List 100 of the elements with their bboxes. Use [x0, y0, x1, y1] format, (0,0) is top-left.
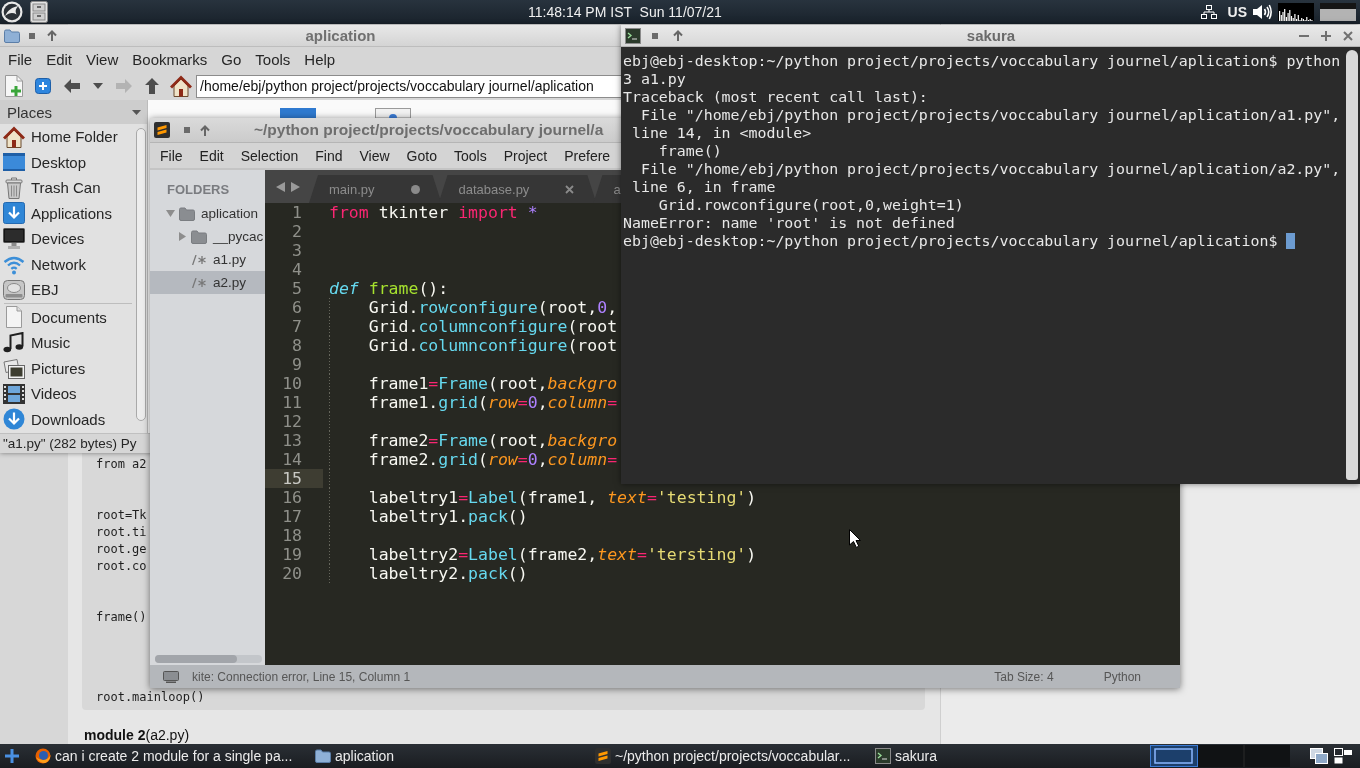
right-triangle-icon[interactable] [291, 181, 300, 192]
menu-item[interactable]: Prefere [555, 147, 619, 164]
slash-asterisk-icon [192, 277, 206, 288]
caret-down-icon[interactable] [165, 210, 175, 217]
photos-icon [3, 357, 25, 379]
network-icon[interactable] [1200, 5, 1217, 19]
scrollbar[interactable] [1346, 50, 1358, 480]
task-button[interactable]: can i create 2 module for a single pa... [30, 745, 310, 767]
places-item[interactable]: Home Folder [0, 124, 136, 150]
terminal-icon[interactable] [625, 27, 641, 44]
task-button[interactable]: ~/python project/projects/voccabular... [590, 745, 870, 767]
app-logo-icon [154, 122, 170, 138]
scrollbar[interactable] [155, 655, 262, 663]
task-button[interactable]: aplication [310, 745, 590, 767]
places-item[interactable]: Documents [0, 304, 136, 330]
home-icon [3, 125, 25, 148]
menu-item[interactable]: Tools [248, 49, 298, 70]
activity-graph-icon[interactable] [1278, 3, 1314, 21]
home-icon[interactable] [170, 75, 192, 97]
menu-item[interactable]: Help [297, 49, 343, 70]
tab[interactable]: main.py [309, 175, 442, 203]
code-line: frame2=Frame(root,backgro [368, 431, 618, 450]
menu-item[interactable]: Project [495, 147, 556, 164]
menu-item[interactable]: View [79, 49, 126, 70]
places-item[interactable]: Music [0, 330, 136, 356]
tree-item[interactable]: aplication [150, 202, 265, 225]
menu-item[interactable]: File [1, 49, 40, 70]
arrow-down-square-icon [3, 202, 25, 225]
trash-icon [3, 176, 25, 199]
places-item[interactable]: Desktop [0, 149, 136, 175]
code-line: root.mainloop() [96, 690, 205, 704]
square-icon[interactable] [652, 32, 658, 39]
line-number: 17 [281, 507, 303, 526]
file-cabinet-icon[interactable] [30, 1, 48, 23]
speaker-icon[interactable] [1252, 4, 1272, 20]
tree-item[interactable]: __pycac [150, 225, 265, 248]
sidebar-title: Places [7, 103, 53, 121]
keyboard-layout[interactable]: US [1227, 4, 1247, 20]
dot-icon[interactable] [410, 184, 420, 194]
window-list-icon[interactable] [1334, 748, 1352, 764]
tab[interactable]: a [593, 175, 622, 203]
places-item[interactable]: Videos [0, 381, 136, 407]
terminal-line: Grid.rowconfigure(root,0,weight=1) [657, 196, 964, 214]
up-arrow-icon[interactable] [673, 30, 683, 41]
menu-item[interactable]: File [151, 147, 192, 164]
line-number: 9 [291, 355, 303, 374]
bird-logo-icon[interactable] [1, 1, 23, 23]
syntax-selector[interactable]: Python [1103, 669, 1141, 684]
meter-icon[interactable] [1320, 3, 1356, 21]
up-arrow-icon[interactable] [200, 124, 210, 136]
close-icon[interactable] [1343, 30, 1353, 41]
path-field[interactable]: /home/ebj/python project/projects/voccabulary journel/aplication [196, 74, 621, 98]
up-arrow-icon[interactable] [47, 30, 57, 41]
globe-icon [35, 748, 51, 764]
tab[interactable]: database.py [438, 175, 597, 203]
menu-item[interactable]: Bookmarks [125, 49, 215, 70]
places-item[interactable]: Trash Can [0, 175, 136, 201]
menu-item[interactable]: Go [214, 49, 249, 70]
plus-icon[interactable] [1321, 30, 1331, 41]
mouse-pointer-icon [849, 529, 861, 548]
menu-item[interactable]: Tools [445, 147, 496, 164]
caret-right-icon[interactable] [178, 232, 186, 241]
menu-item[interactable]: Find [306, 147, 351, 164]
plus-icon[interactable] [5, 749, 19, 763]
workspace-pager[interactable] [1150, 745, 1290, 767]
terminal-line: ebj@ebj-desktop:~/python project/projects/voccabulary journel/aplication$ [623, 232, 1279, 250]
status-text: "a1.py" (282 bytes) Py [3, 436, 137, 451]
document-plus-icon[interactable] [5, 75, 23, 97]
scrollbar[interactable] [136, 128, 146, 421]
line-number: 10 [281, 374, 303, 393]
places-item[interactable]: Devices [0, 226, 136, 252]
tree-item[interactable]: a2.py [150, 271, 265, 294]
tree-item[interactable]: a1.py [150, 248, 265, 271]
places-item[interactable]: Pictures [0, 355, 136, 381]
terminal-line: frame() [657, 142, 722, 160]
menu-item[interactable]: Goto [398, 147, 446, 164]
code-line: root.ge [96, 542, 147, 556]
menu-item[interactable]: Edit [39, 49, 80, 70]
square-icon[interactable] [29, 32, 35, 39]
close-icon[interactable] [565, 184, 575, 194]
caret-icon[interactable] [93, 83, 103, 89]
places-item[interactable]: Applications [0, 200, 136, 226]
left-triangle-icon[interactable] [276, 181, 285, 192]
windows-icon[interactable] [1310, 748, 1328, 764]
film-icon [3, 383, 25, 404]
menu-item[interactable]: Edit [191, 147, 233, 164]
screen-icon[interactable] [163, 670, 179, 683]
task-button[interactable]: sakura [870, 745, 1150, 767]
line-number: 13 [281, 431, 303, 450]
tab-size-selector[interactable]: Tab Size: 4 [994, 669, 1054, 684]
minus-icon[interactable] [1299, 34, 1309, 37]
up-arrow-icon[interactable] [145, 78, 159, 94]
places-item[interactable]: EBJ [0, 277, 136, 303]
caret-icon[interactable] [132, 109, 141, 115]
places-item[interactable]: Network [0, 251, 136, 277]
menu-item[interactable]: Selection [232, 147, 307, 164]
places-item[interactable]: Downloads [0, 406, 136, 432]
left-arrow-icon[interactable] [64, 79, 80, 93]
menu-item[interactable]: View [351, 147, 399, 164]
plus-square-icon[interactable] [35, 78, 51, 94]
